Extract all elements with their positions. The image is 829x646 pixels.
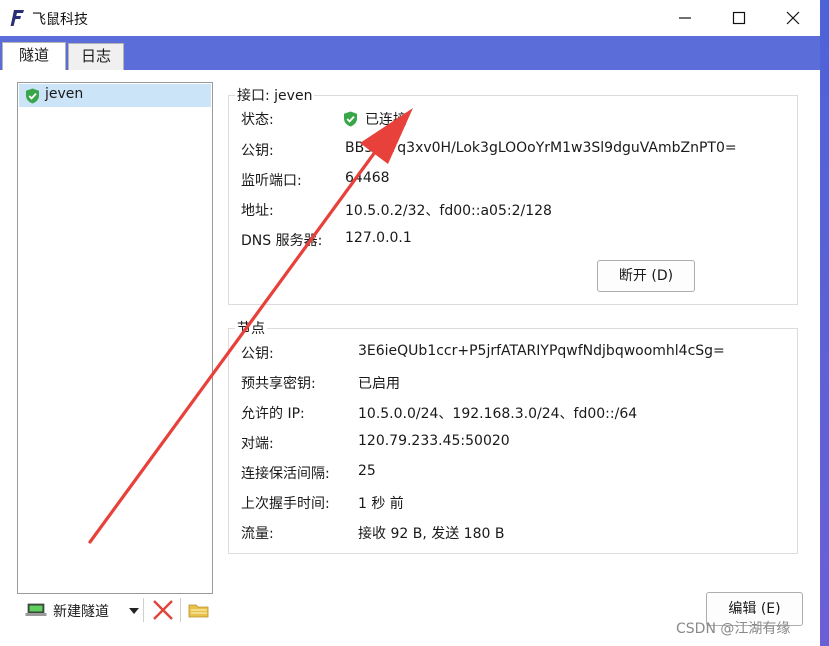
new-tunnel-button[interactable]: 新建隧道 — [23, 597, 143, 623]
tab-content: jeven 新建隧道 接口: jeven 状态: 已连接 公钥: BB3+iYq… — [0, 70, 820, 646]
chevron-down-icon[interactable] — [129, 608, 139, 614]
laptop-add-icon — [25, 603, 47, 616]
status-value: 已连接 — [365, 112, 407, 128]
peer-title: 节点 — [237, 321, 265, 337]
watermark: CSDN @江湖有缘 — [676, 621, 791, 637]
close-icon — [786, 11, 800, 25]
last-handshake-label: 上次握手时间: — [241, 496, 330, 512]
listen-port-value: 64468 — [345, 170, 390, 186]
allowed-ips-label: 允许的 IP: — [241, 406, 305, 422]
maximize-button[interactable] — [712, 0, 766, 36]
transfer-value: 接收 92 B, 发送 180 B — [358, 526, 505, 542]
dns-value: 127.0.0.1 — [345, 230, 412, 246]
toolbar-separator — [143, 598, 144, 622]
status-label: 状态: — [241, 112, 274, 128]
keepalive-value: 25 — [358, 463, 376, 479]
minimize-icon — [679, 17, 691, 19]
transfer-label: 流量: — [241, 526, 274, 542]
app-window: 飞鼠科技 隧道 日志 jeven 新建隧道 接口: jeven 状态: 已连接 … — [0, 0, 820, 646]
interface-title: 接口: jeven — [237, 88, 313, 104]
disconnect-button[interactable]: 断开 (D) — [597, 260, 695, 292]
peer-public-key-label: 公钥: — [241, 346, 274, 362]
maximize-icon — [732, 11, 746, 25]
close-button[interactable] — [766, 0, 820, 36]
delete-x-icon — [153, 600, 173, 620]
tunnel-toolbar: 新建隧道 — [17, 594, 217, 626]
export-tunnels-button[interactable] — [187, 598, 211, 622]
window-title: 飞鼠科技 — [32, 12, 88, 28]
tunnel-name: jeven — [45, 86, 84, 102]
address-label: 地址: — [241, 203, 274, 219]
keepalive-label: 连接保活间隔: — [241, 466, 330, 482]
tunnel-list[interactable]: jeven — [17, 82, 213, 594]
new-tunnel-label: 新建隧道 — [53, 604, 109, 620]
listen-port-label: 监听端口: — [241, 173, 302, 189]
public-key-label: 公钥: — [241, 143, 274, 159]
address-value: 10.5.0.2/32、fd00::a05:2/128 — [345, 203, 552, 219]
export-folder-icon — [188, 604, 209, 618]
app-logo-icon — [10, 10, 24, 26]
preshared-key-value: 已启用 — [358, 376, 400, 392]
toolbar-separator — [180, 598, 181, 622]
tab-log[interactable]: 日志 — [68, 43, 124, 70]
tab-tunnels[interactable]: 隧道 — [2, 42, 66, 71]
peer-public-key-value: 3E6ieQUb1ccr+P5jrfATARIYPqwfNdjbqwoomhl4… — [358, 343, 725, 359]
tab-bar: 隧道 日志 — [0, 36, 820, 71]
connected-shield-icon — [26, 88, 39, 104]
delete-tunnel-button[interactable] — [151, 598, 175, 622]
public-key-value: BB3+iYq3xv0H/Lok3gLOOoYrM1w3Sl9dguVAmbZn… — [345, 140, 737, 156]
allowed-ips-value: 10.5.0.0/24、192.168.3.0/24、fd00::/64 — [358, 406, 638, 422]
endpoint-value: 120.79.233.45:50020 — [358, 433, 510, 449]
title-bar[interactable]: 飞鼠科技 — [0, 0, 820, 36]
endpoint-label: 对端: — [241, 436, 274, 452]
preshared-key-label: 预共享密钥: — [241, 376, 316, 392]
minimize-button[interactable] — [658, 0, 712, 36]
tunnel-item-jeven[interactable]: jeven — [19, 84, 211, 107]
dns-label: DNS 服务器: — [241, 233, 323, 249]
last-handshake-value: 1 秒 前 — [358, 496, 404, 512]
connected-shield-icon — [344, 111, 357, 127]
interface-group: 接口: jeven — [228, 85, 798, 305]
desktop-edge — [820, 0, 829, 646]
